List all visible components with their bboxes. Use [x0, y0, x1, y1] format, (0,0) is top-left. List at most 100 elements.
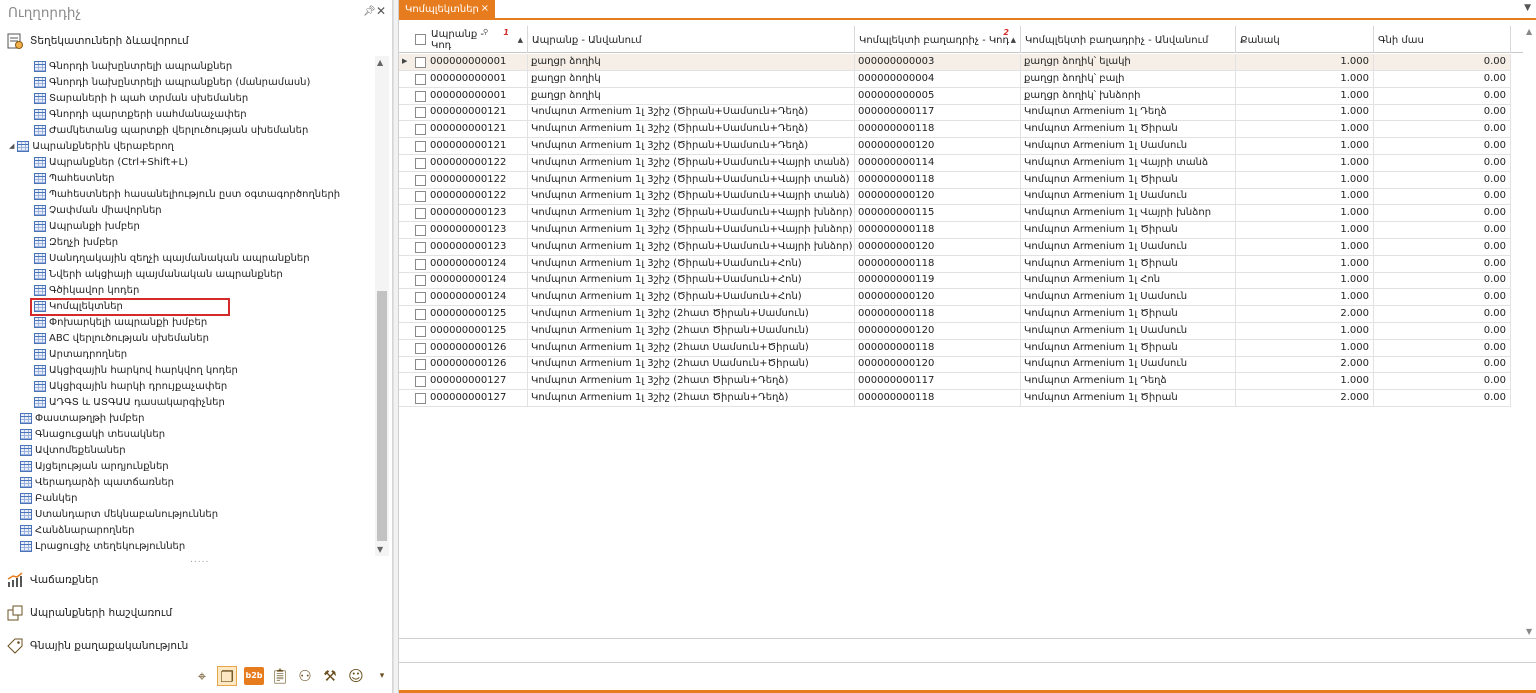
select-all-checkbox[interactable]: [415, 34, 426, 45]
table-cell[interactable]: 000000000118: [855, 171, 1021, 188]
table-cell[interactable]: Կոմպոտ Armenium 1լ Ծիրան: [1021, 390, 1236, 406]
tree-item[interactable]: Նվերի ակցիայի պայմանական ապրանքներ: [34, 266, 283, 282]
tree-item[interactable]: Սանդղակային զեղչի պայմանական ապրանքներ: [34, 250, 310, 266]
table-cell[interactable]: քաղցր ձողիկ: [528, 54, 855, 70]
table-cell[interactable]: Կոմպոտ Armenium 1լ Ծիրան: [1021, 306, 1236, 322]
table-cell[interactable]: 000000000004: [855, 70, 1021, 87]
table-cell[interactable]: 0.00: [1374, 171, 1511, 188]
table-cell[interactable]: 000000000124: [427, 289, 528, 306]
table-cell[interactable]: 1.000: [1236, 289, 1374, 306]
row-checkbox[interactable]: [415, 73, 426, 85]
row-checkbox[interactable]: [415, 174, 426, 186]
scroll-thumb[interactable]: [377, 291, 387, 541]
user-icon[interactable]: ☺: [346, 666, 366, 686]
table-cell[interactable]: Կոմպոտ Armenium 1լ 3շիշ (Ծիրան+Սամսուն+Վ…: [528, 188, 855, 205]
table-cell[interactable]: Կոմպոտ Armenium 1լ 3շիշ (Ծիրան+Սամսուն+Վ…: [528, 205, 855, 222]
tab-list-dropdown-icon[interactable]: ▼: [1524, 3, 1531, 13]
table-cell[interactable]: քաղցր ձողիկ: [528, 87, 855, 104]
table-cell[interactable]: քաղցր ձողիկ՝ ելակի: [1021, 54, 1236, 70]
table-cell[interactable]: 000000000127: [427, 373, 528, 390]
table-cell[interactable]: 000000000120: [855, 138, 1021, 154]
row-checkbox[interactable]: [415, 191, 426, 203]
tree-item[interactable]: Ակցիզային հարկով հարկվող կոդեր: [34, 362, 238, 378]
table-cell[interactable]: 0.00: [1374, 87, 1511, 104]
close-tab-icon[interactable]: ×: [481, 3, 489, 14]
table-cell[interactable]: 0.00: [1374, 205, 1511, 222]
table-cell[interactable]: Կոմպոտ Armenium 1լ 3շիշ (2հատ Սամսուն+Ծի…: [528, 339, 855, 356]
table-cell[interactable]: 1.000: [1236, 138, 1374, 154]
table-cell[interactable]: Կոմպոտ Armenium 1լ Ծիրան: [1021, 339, 1236, 356]
table-cell[interactable]: 000000000114: [855, 154, 1021, 171]
table-cell[interactable]: 000000000124: [427, 255, 528, 272]
table-cell[interactable]: 0.00: [1374, 104, 1511, 121]
table-cell[interactable]: քաղցր ձողիկ՝ բալի: [1021, 70, 1236, 87]
table-cell[interactable]: 0.00: [1374, 339, 1511, 356]
table-cell[interactable]: 000000000117: [855, 373, 1021, 390]
table-cell[interactable]: 0.00: [1374, 373, 1511, 390]
table-cell[interactable]: 1.000: [1236, 238, 1374, 255]
table-cell[interactable]: 1.000: [1236, 104, 1374, 121]
table-row[interactable]: 000000000122 Կոմպոտ Armenium 1լ 3շիշ (Ծիր…: [399, 154, 1511, 172]
table-cell[interactable]: 1.000: [1236, 171, 1374, 188]
row-checkbox[interactable]: [415, 309, 426, 320]
table-cell[interactable]: 2.000: [1236, 390, 1374, 406]
row-checkbox[interactable]: [415, 57, 426, 68]
b2b-icon[interactable]: b2b: [244, 667, 264, 685]
table-cell[interactable]: Կոմպոտ Armenium 1լ 3շիշ (Ծիրան+Սամսուն+Հ…: [528, 272, 855, 289]
table-cell[interactable]: Կոմպոտ Armenium 1լ Սամսուն: [1021, 356, 1236, 373]
table-cell[interactable]: 000000000003: [855, 54, 1021, 70]
row-checkbox[interactable]: [415, 225, 426, 236]
table-cell[interactable]: 000000000005: [855, 87, 1021, 104]
row-checkbox[interactable]: [415, 241, 426, 253]
chevron-down-icon[interactable]: ▾: [372, 666, 392, 686]
row-checkbox[interactable]: [415, 90, 426, 102]
group-pricing[interactable]: Գնային քաղաքականություն: [0, 633, 393, 659]
tree-collapse-icon[interactable]: ◢: [9, 142, 14, 150]
table-cell[interactable]: 000000000121: [427, 121, 528, 138]
table-cell[interactable]: 000000000118: [855, 121, 1021, 138]
table-cell[interactable]: 000000000120: [855, 188, 1021, 205]
row-checkbox[interactable]: [415, 208, 426, 220]
table-cell[interactable]: 000000000126: [427, 356, 528, 373]
column-header[interactable]: Ապրանք - Կոդ ▲ 1 ⚲: [427, 26, 528, 53]
tree-item[interactable]: Փաստաթղթի խմբեր: [20, 410, 144, 426]
column-header[interactable]: Ապրանք - Անվանում: [528, 26, 855, 53]
tree-item[interactable]: Գնորդի նախընտրելի ապրանքներ (մանրամասն): [34, 74, 310, 90]
row-checkbox[interactable]: [415, 157, 426, 169]
table-row[interactable]: 000000000124 Կոմպոտ Armenium 1լ 3շիշ (Ծիր…: [399, 255, 1511, 273]
table-cell[interactable]: 2.000: [1236, 356, 1374, 373]
table-cell[interactable]: 1.000: [1236, 272, 1374, 289]
table-cell[interactable]: 0.00: [1374, 390, 1511, 406]
table-row[interactable]: 000000000126 Կոմպոտ Armenium 1լ 3շիշ (2հա…: [399, 339, 1511, 357]
table-cell[interactable]: 1.000: [1236, 54, 1374, 70]
row-checkbox[interactable]: [415, 275, 426, 287]
tree-item[interactable]: Այցելության արդյունքներ: [20, 458, 169, 474]
table-cell[interactable]: Կոմպոտ Armenium 1լ Սամսուն: [1021, 188, 1236, 205]
close-icon[interactable]: ✕: [376, 4, 386, 18]
table-cell[interactable]: 000000000001: [427, 54, 528, 70]
table-cell[interactable]: Կոմպոտ Armenium 1լ Վայրի տանձ: [1021, 154, 1236, 171]
table-row[interactable]: 000000000121 Կոմպոտ Armenium 1լ 3շիշ (Ծիր…: [399, 121, 1511, 139]
table-row[interactable]: 000000000127 Կոմպոտ Armenium 1լ 3շիշ (2հա…: [399, 373, 1511, 391]
tree-item[interactable]: Վերադարձի պատճառներ: [20, 474, 174, 490]
table-cell[interactable]: Կոմպոտ Armenium 1լ 3շիշ (2հատ Սամսուն+Ծի…: [528, 356, 855, 373]
table-row[interactable]: 000000000001 քաղցր ձողիկ 000000000004 քաղցր…: [399, 70, 1511, 88]
group-sales[interactable]: Վաճառքներ: [0, 567, 393, 593]
row-checkbox[interactable]: [415, 342, 426, 354]
grid-scroll-up-icon[interactable]: ▲: [1526, 27, 1532, 36]
tree-item[interactable]: Չափման միավորներ: [34, 202, 162, 218]
table-cell[interactable]: 000000000115: [855, 205, 1021, 222]
table-cell[interactable]: Կոմպոտ Armenium 1լ Ծիրան: [1021, 171, 1236, 188]
table-cell[interactable]: 0.00: [1374, 138, 1511, 154]
table-cell[interactable]: 1.000: [1236, 188, 1374, 205]
table-cell[interactable]: Կոմպոտ Armenium 1լ 3շիշ (Ծիրան+Սամսուն+Վ…: [528, 238, 855, 255]
table-cell[interactable]: 0.00: [1374, 289, 1511, 306]
tree-item[interactable]: Տարաների ի պահ տրման սխեմաներ: [34, 90, 248, 106]
table-cell[interactable]: 000000000001: [427, 70, 528, 87]
table-cell[interactable]: 000000000123: [427, 205, 528, 222]
table-cell[interactable]: 1.000: [1236, 121, 1374, 138]
tree-item[interactable]: Փոխարկելի ապրանքի խմբեր: [34, 314, 207, 330]
table-cell[interactable]: Կոմպոտ Armenium 1լ 3շիշ (Ծիրան+Սամսուն+Հ…: [528, 255, 855, 272]
table-row[interactable]: 000000000122 Կոմպոտ Armenium 1լ 3շիշ (Ծիր…: [399, 188, 1511, 206]
tree-item[interactable]: Պահեստներ: [34, 170, 115, 186]
